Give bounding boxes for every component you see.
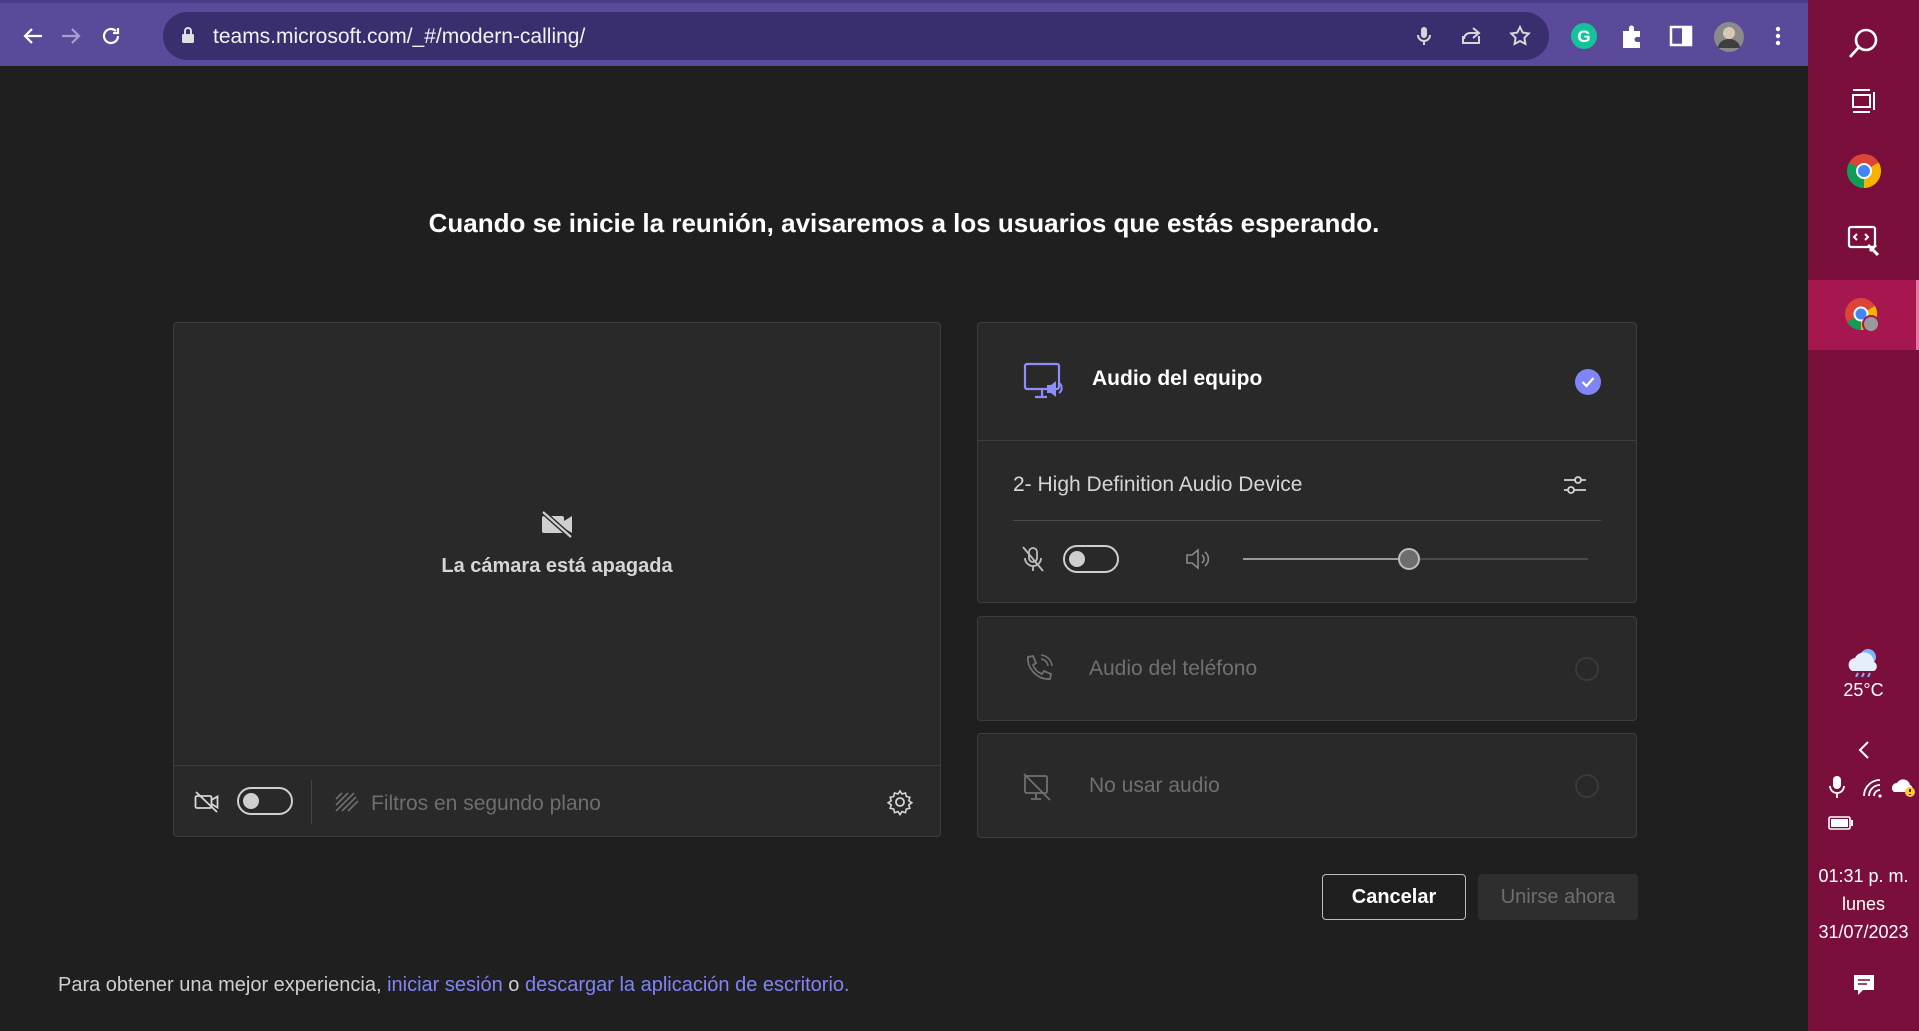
background-filters-icon bbox=[334, 791, 360, 818]
microphone-tray-icon[interactable] bbox=[1828, 774, 1846, 805]
phone-audio-label: Audio del teléfono bbox=[1089, 657, 1258, 680]
download-app-link[interactable]: descargar la aplicación de escritorio bbox=[525, 974, 844, 996]
back-button[interactable] bbox=[18, 21, 48, 51]
phone-icon bbox=[1022, 653, 1054, 690]
browser-window: teams.microsoft.com/_#/modern-calling/ G bbox=[0, 0, 1808, 1031]
camera-toggle-knob bbox=[243, 793, 259, 809]
clock-date: 31/07/2023 bbox=[1818, 922, 1909, 942]
signin-link[interactable]: iniciar sesión bbox=[387, 974, 503, 996]
footer-text: . bbox=[844, 974, 850, 996]
show-hidden-icons-chevron-icon[interactable] bbox=[1808, 730, 1919, 770]
clock-day: lunes bbox=[1841, 894, 1886, 914]
windows-taskbar: 25°C 01:31 p. m. lunes 31/07/2023 bbox=[1808, 0, 1919, 1031]
weather-icon[interactable] bbox=[1808, 636, 1919, 686]
no-audio-icon bbox=[1022, 772, 1052, 807]
profile-avatar[interactable] bbox=[1713, 21, 1744, 52]
selected-check-icon bbox=[1575, 369, 1601, 395]
slider-fill bbox=[1243, 558, 1409, 560]
weather-temperature: 25°C bbox=[1843, 680, 1884, 700]
join-now-button[interactable]: Unirse ahora bbox=[1478, 874, 1638, 920]
browser-menu-icon[interactable] bbox=[1763, 21, 1793, 51]
battery-icon[interactable] bbox=[1828, 815, 1854, 836]
footer-text: o bbox=[502, 974, 525, 996]
screen: teams.microsoft.com/_#/modern-calling/ G bbox=[0, 0, 1919, 1031]
url-text: teams.microsoft.com/_#/modern-calling/ bbox=[213, 25, 586, 48]
microphone-muted-icon bbox=[1021, 545, 1045, 578]
task-view-icon[interactable] bbox=[1808, 66, 1919, 136]
page-title: Cuando se inicie la reunión, avisaremos … bbox=[428, 208, 1380, 238]
notifications-icon[interactable] bbox=[1808, 950, 1919, 1020]
phone-audio-radio[interactable] bbox=[1575, 657, 1599, 681]
clock-time[interactable]: 01:31 p. m. bbox=[1808, 866, 1919, 887]
reload-button[interactable] bbox=[96, 21, 126, 51]
computer-audio-card[interactable]: Audio del equipo 2- High Definition Audi… bbox=[977, 322, 1637, 603]
arrow-right-icon bbox=[62, 28, 81, 44]
camera-off-small-icon bbox=[194, 790, 220, 819]
camera-off-label: La cámara está apagada bbox=[441, 555, 673, 577]
developer-tools-icon[interactable] bbox=[1808, 206, 1919, 276]
teams-prejoin-page: Cuando se inicie la reunión, avisaremos … bbox=[0, 66, 1808, 1031]
divider bbox=[311, 780, 312, 824]
share-icon[interactable] bbox=[1459, 24, 1483, 48]
no-audio-option[interactable]: No usar audio bbox=[977, 733, 1637, 838]
side-panel-icon[interactable] bbox=[1666, 21, 1696, 51]
video-controls-bar: Filtros en segundo plano bbox=[174, 765, 940, 837]
lock-icon bbox=[181, 26, 195, 49]
slider-thumb[interactable] bbox=[1398, 548, 1420, 570]
extensions-puzzle-icon[interactable] bbox=[1617, 21, 1647, 51]
grammarly-extension-icon[interactable]: G bbox=[1569, 21, 1599, 51]
chrome-profile-taskbar-icon[interactable] bbox=[1808, 280, 1919, 350]
computer-audio-option[interactable]: Audio del equipo bbox=[978, 323, 1636, 441]
computer-audio-label: Audio del equipo bbox=[1092, 367, 1263, 390]
chrome-taskbar-icon[interactable] bbox=[1808, 136, 1919, 206]
forward-button[interactable] bbox=[56, 21, 86, 51]
background-filters-button[interactable]: Filtros en segundo plano bbox=[371, 792, 601, 816]
speaker-volume-icon bbox=[1185, 547, 1211, 576]
camera-off-icon bbox=[540, 509, 574, 544]
phone-audio-option[interactable]: Audio del teléfono bbox=[977, 616, 1637, 721]
svg-text:G: G bbox=[1577, 27, 1590, 46]
browser-toolbar: teams.microsoft.com/_#/modern-calling/ G bbox=[0, 0, 1808, 66]
onedrive-warning-icon[interactable] bbox=[1891, 776, 1917, 803]
video-preview-panel: La cámara está apagada Filtros en segund… bbox=[173, 322, 941, 837]
no-audio-radio[interactable] bbox=[1575, 774, 1599, 798]
microphone-toggle-knob bbox=[1069, 551, 1085, 567]
divider bbox=[1013, 520, 1601, 521]
reload-icon bbox=[102, 27, 120, 45]
footer-message: Para obtener una mejor experiencia, inic… bbox=[58, 974, 850, 997]
footer-text: Para obtener una mejor experiencia, bbox=[58, 974, 388, 996]
speaker-volume-slider[interactable] bbox=[1243, 548, 1588, 570]
bookmark-star-icon[interactable] bbox=[1508, 24, 1532, 48]
cancel-button[interactable]: Cancelar bbox=[1322, 874, 1466, 920]
no-audio-label: No usar audio bbox=[1089, 774, 1220, 797]
camera-toggle[interactable] bbox=[237, 787, 293, 815]
audio-device-name: 2- High Definition Audio Device bbox=[1013, 473, 1303, 496]
microphone-toggle[interactable] bbox=[1063, 545, 1119, 573]
microphone-icon[interactable] bbox=[1412, 24, 1436, 48]
audio-settings-sliders-icon[interactable] bbox=[1562, 473, 1588, 502]
video-preview-area: La cámara está apagada bbox=[174, 323, 940, 765]
arrow-left-icon bbox=[23, 28, 42, 44]
computer-audio-icon bbox=[1023, 361, 1065, 408]
wifi-icon[interactable] bbox=[1860, 776, 1884, 803]
address-bar[interactable]: teams.microsoft.com/_#/modern-calling/ bbox=[163, 12, 1549, 60]
device-settings-gear-icon[interactable] bbox=[886, 788, 914, 821]
